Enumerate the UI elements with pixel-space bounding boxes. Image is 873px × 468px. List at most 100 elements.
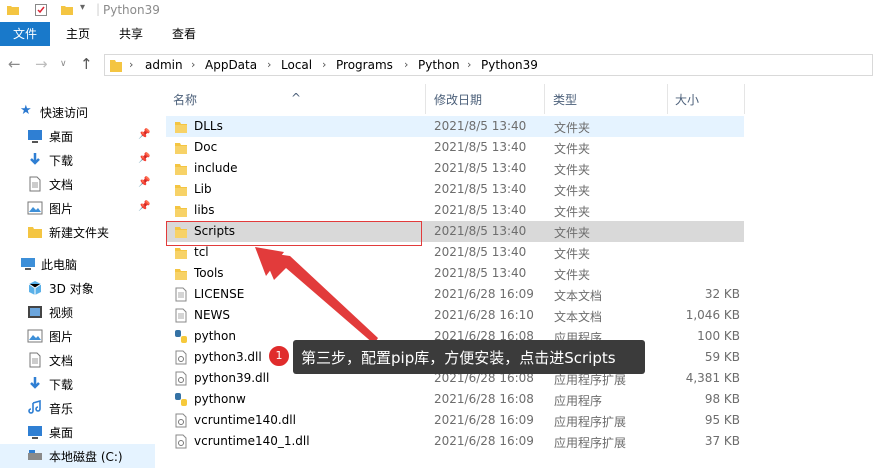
table-row[interactable]: Lib 2021/8/5 13:40 文件夹 [166,179,744,200]
download-icon [30,377,40,389]
sidebar-item-3[interactable]: 文档 📌 [0,172,155,196]
dll-file-icon [175,371,187,386]
breadcrumb-local[interactable]: Local [281,58,312,72]
folder-file-icon [175,206,187,217]
sidebar-pc-item-2[interactable]: 视频 [0,300,155,324]
sidebar-item-label: 3D 对象 [49,282,94,296]
sidebar-item-this-pc[interactable]: 此电脑 [0,252,155,276]
file-type: 文件夹 [554,205,591,219]
file-date: 2021/8/5 13:40 [434,182,527,196]
tab-view[interactable]: 查看 [164,22,204,46]
sidebar-item-5[interactable]: 新建文件夹 [0,220,155,244]
tab-file[interactable]: 文件 [0,22,50,46]
address-bar[interactable]: › admin › AppData › Local › Programs › P… [104,54,873,76]
table-row[interactable]: vcruntime140_1.dll 2021/6/28 16:09 应用程序扩展 3… [166,431,744,452]
file-type: 文件夹 [554,142,591,156]
folder-file-icon [175,269,187,280]
breadcrumb-separator-icon[interactable]: › [322,58,326,71]
tab-share[interactable]: 共享 [111,22,151,46]
sidebar-item-label: 文档 [49,178,74,192]
file-name: LICENSE [194,287,245,301]
file-type: 应用程序扩展 [554,415,627,429]
breadcrumb-python39[interactable]: Python39 [481,58,538,72]
file-date: 2021/8/5 13:40 [434,224,527,238]
file-type: 应用程序扩展 [554,436,627,450]
pin-icon[interactable]: 📌 [138,153,150,164]
sidebar-item-quick-access[interactable]: ★ 快速访问 [0,100,155,124]
document-icon [29,176,41,192]
table-row[interactable]: Tools 2021/8/5 13:40 文件夹 [166,263,744,284]
back-arrow-icon[interactable]: ← [8,55,21,73]
sidebar-item-1[interactable]: 桌面 📌 [0,124,155,148]
breadcrumb-separator-icon[interactable]: › [267,58,271,71]
address-row: ← → ∨ ↑ › admin › AppData › Local › Prog… [0,46,873,84]
sidebar-pc-item-5[interactable]: 下载 [0,372,155,396]
file-date: 2021/6/28 16:09 [434,287,534,301]
column-divider[interactable] [744,84,745,114]
sidebar-pc-item-3[interactable]: 图片 [0,324,155,348]
sidebar-pc-item-4[interactable]: 文档 [0,348,155,372]
file-name: include [194,161,238,175]
table-row[interactable]: pythonw 2021/6/28 16:08 应用程序 98 KB [166,389,744,410]
sidebar-item-label: 图片 [49,202,74,216]
sidebar-pc-item-1[interactable]: 3D 对象 [0,276,155,300]
file-date: 2021/8/5 13:40 [434,266,527,280]
file-date: 2021/6/28 16:09 [434,413,534,427]
window-title: Python39 [103,3,160,17]
sidebar-item-label: 桌面 [49,130,74,144]
column-header-name[interactable]: 名称 [173,91,197,108]
file-type: 应用程序 [554,394,603,408]
table-row[interactable]: NEWS 2021/6/28 16:10 文本文档 1,046 KB [166,305,744,326]
file-name: tcl [194,245,209,259]
file-list: 名称 ^ 修改日期 类型 大小 DLLs 2021/8/5 13:40 文件夹 Doc… [160,84,873,466]
file-date: 2021/8/5 13:40 [434,119,527,133]
quick-access-toolbar-dropdown-icon[interactable]: ▾ [80,2,85,13]
recent-locations-chevron-icon[interactable]: ∨ [60,59,67,69]
table-row[interactable]: vcruntime140.dll 2021/6/28 16:09 应用程序扩展 95 … [166,410,744,431]
sidebar-pc-item-7[interactable]: 桌面 [0,420,155,444]
breadcrumb-separator-icon[interactable]: › [467,58,471,71]
forward-arrow-icon[interactable]: → [35,55,48,73]
file-size: 4,381 KB [685,371,740,385]
file-name: python39.dll [194,371,270,385]
column-header-date[interactable]: 修改日期 [434,91,482,108]
properties-icon[interactable] [34,3,48,17]
breadcrumb-programs[interactable]: Programs [336,58,393,72]
column-divider[interactable] [667,84,668,114]
file-type: 文件夹 [554,247,591,261]
column-header-type[interactable]: 类型 [553,91,577,108]
table-row[interactable]: Doc 2021/8/5 13:40 文件夹 [166,137,744,158]
table-row[interactable]: include 2021/8/5 13:40 文件夹 [166,158,744,179]
column-divider[interactable] [544,84,545,114]
breadcrumb-separator-icon[interactable]: › [404,58,408,71]
folder-file-icon [175,122,187,133]
sidebar-pc-item-6[interactable]: 音乐 [0,396,155,420]
dll-file-icon [175,434,187,449]
pin-icon[interactable]: 📌 [138,177,150,188]
breadcrumb-admin[interactable]: admin [145,58,183,72]
breadcrumb-separator-icon[interactable]: › [129,58,133,71]
file-type: 文件夹 [554,184,591,198]
table-row[interactable]: LICENSE 2021/6/28 16:09 文本文档 32 KB [166,284,744,305]
annotation-text: 第三步，配置pip库，方便安装，点击进Scripts [301,349,616,367]
sidebar-item-label: 新建文件夹 [49,226,110,240]
pin-icon[interactable]: 📌 [138,129,150,140]
sidebar-pc-item-8[interactable]: 本地磁盘 (C:) [0,444,155,468]
desktop-icon [28,130,42,143]
column-divider[interactable] [425,84,426,114]
new-folder-icon[interactable] [60,3,74,17]
breadcrumb-python[interactable]: Python [418,58,460,72]
table-row[interactable]: DLLs 2021/8/5 13:40 文件夹 [166,116,744,137]
breadcrumb-appdata[interactable]: AppData [205,58,257,72]
sidebar-item-2[interactable]: 下载 📌 [0,148,155,172]
sidebar-item-4[interactable]: 图片 📌 [0,196,155,220]
column-header-size[interactable]: 大小 [675,91,699,108]
tab-home[interactable]: 主页 [58,22,98,46]
breadcrumb-separator-icon[interactable]: › [191,58,195,71]
scripts-highlight-box [166,221,422,246]
folder-icon [7,6,19,15]
up-arrow-icon[interactable]: ↑ [80,55,93,73]
drive-icon [28,450,42,460]
table-row[interactable]: libs 2021/8/5 13:40 文件夹 [166,200,744,221]
pin-icon[interactable]: 📌 [138,201,150,212]
